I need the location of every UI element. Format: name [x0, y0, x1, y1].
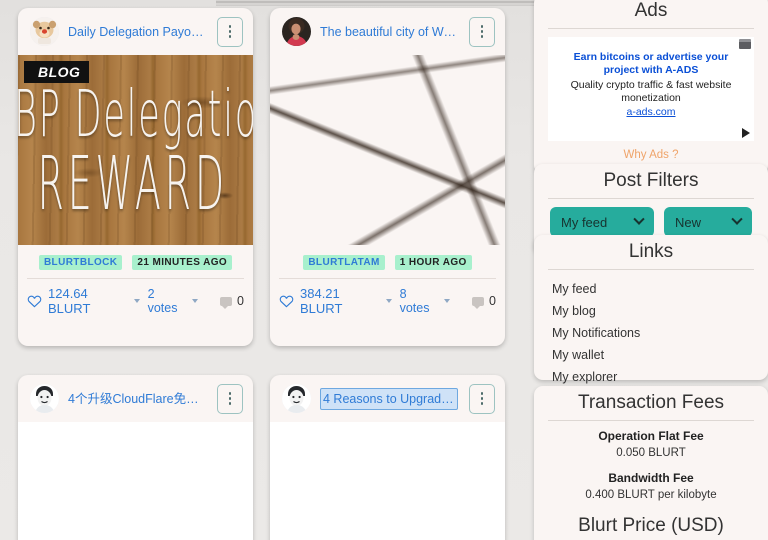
kebab-menu-icon[interactable]	[217, 383, 243, 414]
post-card[interactable]: 4 Reasons to Upgrade th...	[270, 375, 505, 540]
post-votes[interactable]: 2 votes	[148, 287, 184, 315]
post-image-caption: BP Delegation REWARD	[18, 55, 253, 245]
sidebar-item-my-blog[interactable]: My blog	[534, 300, 768, 322]
transaction-fees-panel: Transaction Fees Operation Flat Fee 0.05…	[534, 386, 768, 540]
post-card-header: 4 Reasons to Upgrade th...	[270, 375, 505, 422]
play-icon[interactable]	[742, 128, 750, 138]
post-tag-row: BLURTBLOCK 21 MINUTES AGO	[18, 245, 253, 278]
comment-count: 0	[489, 294, 496, 308]
feed-select-value: My feed	[561, 214, 608, 230]
sidebar-item-my-explorer[interactable]: My explorer	[534, 366, 768, 388]
ad-link[interactable]: a-ads.com	[558, 106, 744, 118]
kebab-menu-icon[interactable]	[217, 16, 243, 47]
post-filters-heading: Post Filters	[603, 170, 699, 191]
right-sidebar: Ads Earn bitcoins or advertise your proj…	[528, 0, 768, 540]
links-heading: Links	[628, 241, 674, 262]
post-card[interactable]: The beautiful city of Wrocl... BLURTLATA…	[270, 8, 505, 346]
post-title[interactable]: The beautiful city of Wrocl...	[320, 24, 460, 40]
bandwidth-fee-value: 0.400 BLURT per kilobyte	[585, 489, 717, 501]
avatar[interactable]	[282, 17, 311, 46]
avatar[interactable]	[282, 384, 311, 413]
why-ads-link[interactable]: Why Ads ?	[534, 149, 768, 161]
post-footer: 124.64 BLURT 2 votes 0	[27, 278, 244, 324]
blog-badge: BLOG	[24, 61, 90, 83]
sidebar-item-my-notifications[interactable]: My Notifications	[534, 322, 768, 344]
post-image[interactable]	[270, 55, 505, 245]
heart-icon[interactable]	[279, 294, 294, 309]
post-payout[interactable]: 384.21 BLURT	[300, 286, 378, 316]
cloudflare-logo-icon	[295, 496, 481, 540]
post-card-header: Daily Delegation Payout -...	[18, 8, 253, 55]
post-tag[interactable]: BLURTBLOCK	[38, 255, 123, 270]
post-card-header: The beautiful city of Wrocl...	[270, 8, 505, 55]
avatar[interactable]	[30, 17, 59, 46]
chevron-down-icon[interactable]	[444, 299, 451, 303]
feed-select[interactable]: My feed	[550, 207, 654, 237]
divider	[548, 28, 754, 29]
post-payout[interactable]: 124.64 BLURT	[48, 286, 126, 316]
avatar[interactable]	[30, 384, 59, 413]
bandwidth-fee-label: Bandwidth Fee	[608, 471, 694, 485]
cloudflare-logo-icon	[43, 496, 229, 540]
post-image-caption-line1: BP Delegation	[18, 76, 253, 152]
blurt-price-heading: Blurt Price (USD)	[578, 515, 724, 536]
post-card[interactable]: Daily Delegation Payout -... BLOG BP Del…	[18, 8, 253, 346]
post-feed: Daily Delegation Payout -... BLOG BP Del…	[0, 0, 520, 540]
chevron-down-icon[interactable]	[192, 299, 199, 303]
chevron-down-icon	[731, 213, 743, 225]
comment-count: 0	[237, 294, 244, 308]
ads-panel: Ads Earn bitcoins or advertise your proj…	[534, 0, 768, 174]
ad-box[interactable]: Earn bitcoins or advertise your project …	[548, 37, 754, 141]
post-votes[interactable]: 8 votes	[400, 287, 436, 315]
comment-group[interactable]: 0	[472, 294, 496, 309]
sidebar-item-my-feed[interactable]: My feed	[534, 278, 768, 300]
post-timestamp: 21 MINUTES AGO	[132, 255, 233, 270]
divider	[548, 198, 754, 199]
divider	[548, 420, 754, 421]
kebab-menu-icon[interactable]	[469, 383, 495, 414]
post-card[interactable]: 4个升级CloudFlare免费到...	[18, 375, 253, 540]
heart-icon[interactable]	[27, 294, 42, 309]
post-image[interactable]: BLOG BP Delegation REWARD	[18, 55, 253, 245]
chevron-down-icon	[633, 213, 645, 225]
ad-chip-icon	[739, 39, 751, 49]
links-panel: Links My feed My blog My Notifications M…	[534, 235, 768, 384]
post-tag-row: BLURTLATAM 1 HOUR AGO	[270, 245, 505, 278]
comment-group[interactable]: 0	[220, 294, 244, 309]
post-image[interactable]	[18, 422, 253, 540]
chevron-down-icon[interactable]	[133, 299, 140, 303]
post-tag[interactable]: BLURTLATAM	[303, 255, 385, 270]
blurt-feed-page: Daily Delegation Payout -... BLOG BP Del…	[0, 0, 768, 540]
sidebar-item-my-wallet[interactable]: My wallet	[534, 344, 768, 366]
post-image-caption-line2: REWARD	[37, 142, 228, 228]
ads-heading: Ads	[634, 0, 668, 21]
comment-icon	[220, 296, 233, 309]
post-card-header: 4个升级CloudFlare免费到...	[18, 375, 253, 422]
post-title[interactable]: 4 Reasons to Upgrade th...	[320, 387, 458, 410]
post-timestamp: 1 HOUR AGO	[394, 255, 472, 270]
comment-icon	[472, 296, 485, 309]
post-title[interactable]: Daily Delegation Payout -...	[68, 24, 208, 40]
post-image[interactable]	[270, 422, 505, 540]
flat-fee-value: 0.050 BLURT	[616, 447, 686, 459]
transaction-fees-heading: Transaction Fees	[577, 392, 725, 413]
post-footer: 384.21 BLURT 8 votes 0	[279, 278, 496, 324]
sort-select-value: New	[675, 214, 702, 230]
ad-description: Quality crypto traffic & fast website mo…	[570, 79, 732, 104]
post-title[interactable]: 4个升级CloudFlare免费到...	[68, 391, 208, 407]
divider	[548, 269, 754, 270]
kebab-menu-icon[interactable]	[469, 16, 495, 47]
flat-fee-label: Operation Flat Fee	[598, 429, 704, 443]
filter-row: My feed New	[534, 207, 768, 237]
ad-title[interactable]: Earn bitcoins or advertise your project …	[558, 51, 744, 77]
sort-select[interactable]: New	[664, 207, 752, 237]
chevron-down-icon[interactable]	[385, 299, 392, 303]
branch-texture	[270, 55, 505, 245]
